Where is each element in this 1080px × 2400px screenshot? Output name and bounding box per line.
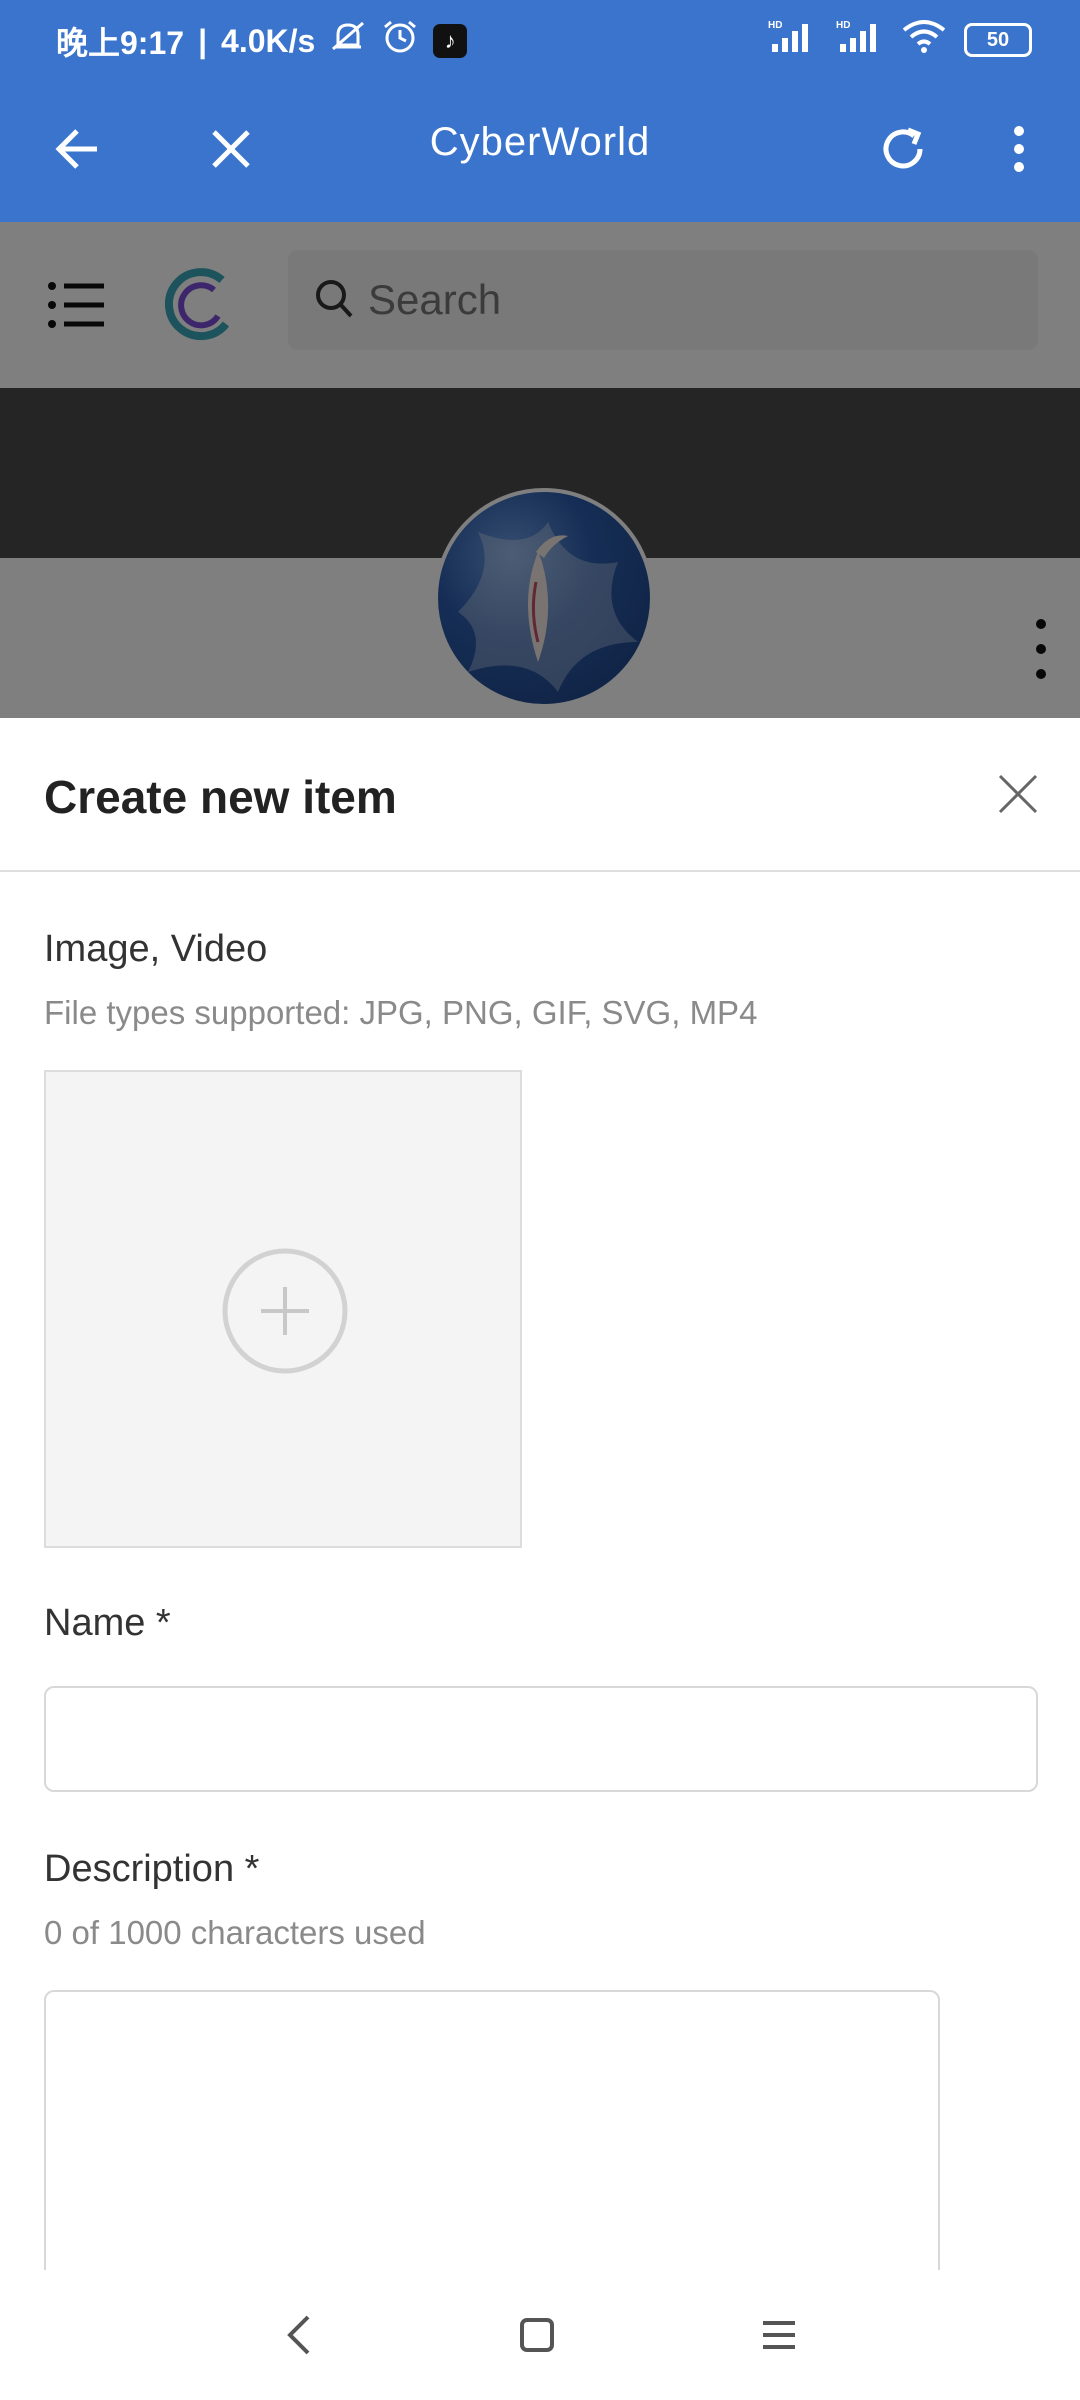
tiktok-icon: ♪ [433,24,468,58]
sheet-header: Create new item [0,718,1080,872]
name-label: Name * [44,1602,171,1644]
description-counter: 0 of 1000 characters used [44,1914,426,1951]
signal-hd-icon: HD [766,18,816,62]
media-hint: File types supported: JPG, PNG, GIF, SVG… [44,994,758,1031]
nav-recents-icon[interactable] [742,2298,816,2372]
wifi-icon [902,18,946,62]
status-separator: | [198,22,208,59]
mute-icon [329,19,367,63]
description-label: Description * [44,1848,260,1890]
svg-text:HD: HD [768,20,782,31]
name-field[interactable] [44,1686,1038,1792]
status-bar: 晚上9:17 | 4.0K/s ♪ HD HD 50 [0,0,1080,76]
modal-scrim[interactable] [0,222,1080,718]
create-item-sheet: Create new item Image, Video File types … [0,718,1080,2280]
add-circle-icon [221,1247,349,1375]
description-field[interactable] [44,1990,940,2280]
media-label: Image, Video [44,928,268,970]
alarm-icon [381,19,419,63]
app-bar: CyberWorld [0,76,1080,222]
status-bar-left: 晚上9:17 | 4.0K/s ♪ [56,18,468,64]
close-icon[interactable] [990,766,1046,822]
status-bar-right: HD HD 50 [766,18,1032,62]
sheet-title: Create new item [44,771,397,823]
more-vertical-icon[interactable] [982,112,1056,186]
signal-hd-icon: HD [834,18,884,62]
battery-icon: 50 [964,23,1032,57]
status-time: 晚上9:17 [56,25,185,61]
network-speed: 4.0K/s [221,22,316,59]
nav-home-icon[interactable] [500,2298,574,2372]
system-nav-bar [0,2270,1080,2400]
refresh-icon[interactable] [866,112,940,186]
nav-back-icon[interactable] [262,2298,336,2372]
svg-text:HD: HD [836,20,850,31]
media-upload-dropzone[interactable] [44,1070,522,1548]
